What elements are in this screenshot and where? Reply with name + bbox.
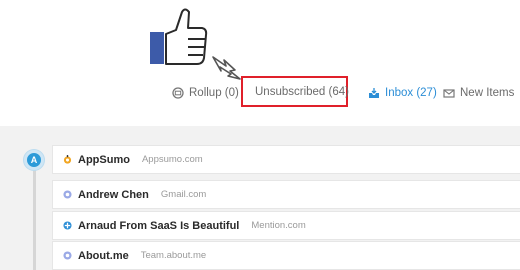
timeline-letter-badge: A bbox=[24, 150, 44, 170]
sender-name: AppSumo bbox=[78, 153, 130, 166]
tab-unsubscribed[interactable]: Unsubscribed (64) bbox=[241, 76, 349, 107]
tab-inbox[interactable]: Inbox (27) bbox=[368, 80, 437, 106]
gmail-icon bbox=[63, 190, 72, 199]
tab-rollup-label: Rollup (0) bbox=[189, 87, 239, 99]
sender-name: Arnaud From SaaS Is Beautiful bbox=[78, 219, 240, 232]
tab-inbox-label: Inbox (27) bbox=[385, 87, 437, 99]
aboutme-icon bbox=[63, 251, 72, 260]
sender-domain: Mention.com bbox=[251, 220, 306, 231]
sender-name: About.me bbox=[78, 249, 129, 262]
timeline-line bbox=[33, 160, 36, 270]
pointer-arrow-icon bbox=[212, 56, 241, 80]
list-item[interactable]: Andrew Chen Gmail.com bbox=[52, 180, 520, 209]
tab-unsubscribed-label: Unsubscribed (64) bbox=[255, 85, 349, 98]
sender-domain: Appsumo.com bbox=[141, 154, 203, 165]
rollup-icon bbox=[172, 87, 184, 99]
mention-icon bbox=[63, 221, 72, 230]
thumbs-up-icon bbox=[150, 8, 208, 65]
tab-new-items-label: New Items bbox=[460, 87, 515, 99]
appsumo-icon bbox=[63, 155, 72, 164]
tab-rollup[interactable]: Rollup (0) bbox=[172, 80, 239, 106]
sender-domain: Team.about.me bbox=[140, 250, 207, 261]
sender-domain: Gmail.com bbox=[160, 189, 207, 200]
tab-new-items[interactable]: New Items bbox=[443, 80, 514, 106]
folder-tabs: Rollup (0) Unsubscribed (64) Inbox (27) … bbox=[0, 76, 520, 107]
list-item[interactable]: Arnaud From SaaS Is Beautiful Mention.co… bbox=[52, 211, 520, 240]
inbox-icon bbox=[369, 88, 379, 98]
sender-name: Andrew Chen bbox=[78, 188, 149, 201]
list-item[interactable]: AppSumo Appsumo.com bbox=[52, 145, 520, 174]
envelope-icon bbox=[443, 89, 455, 98]
list-item[interactable]: About.me Team.about.me bbox=[52, 241, 520, 270]
